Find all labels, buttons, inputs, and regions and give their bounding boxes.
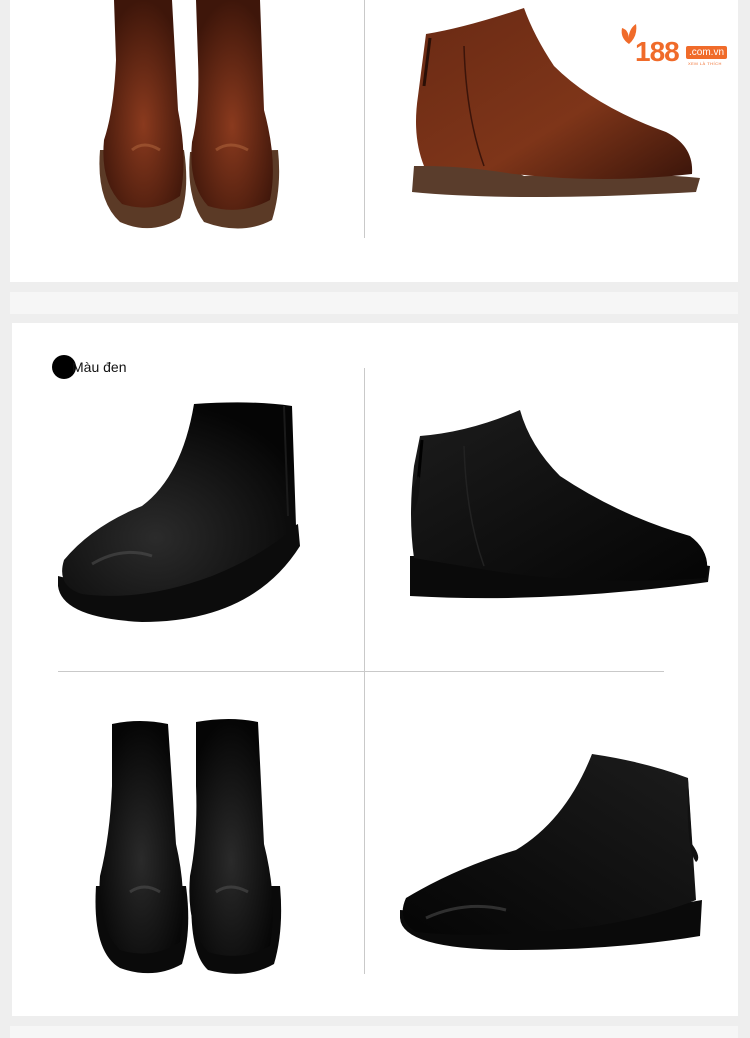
color-variant-text: Màu đen xyxy=(72,359,127,375)
black-boot-three-quarter-image xyxy=(58,402,300,622)
color-variant-label: Màu đen xyxy=(52,355,126,379)
grid-divider-horizontal xyxy=(58,671,664,672)
black-boots-front-pair-image xyxy=(95,719,282,974)
brand-logo: 188 .com.vn XEM LÀ THÍCH xyxy=(618,22,734,72)
black-boot-side-zip-image xyxy=(400,754,702,950)
logo-domain: .com.vn xyxy=(686,46,728,59)
logo-number: 188 xyxy=(635,36,680,67)
logo-tagline: XEM LÀ THÍCH xyxy=(688,61,722,66)
brown-boots-front-pair-image xyxy=(99,0,280,229)
black-boot-back-side-image xyxy=(410,410,710,599)
grid-divider-vertical-top xyxy=(364,0,365,238)
next-panel-edge xyxy=(10,1026,738,1038)
section-divider xyxy=(10,292,738,314)
